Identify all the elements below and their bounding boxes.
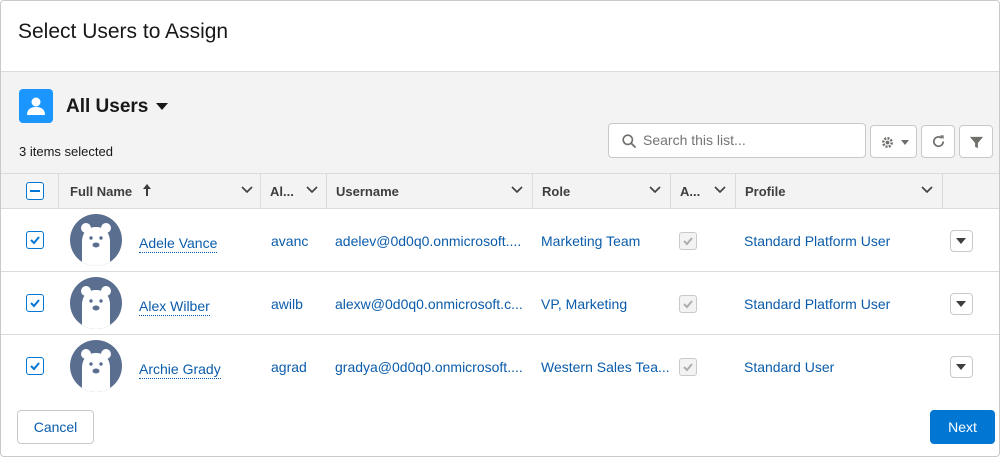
list-header: All Users 3 items selected <box>1 72 999 173</box>
caret-down-icon[interactable] <box>156 103 168 110</box>
chevron-down-icon[interactable] <box>306 186 318 194</box>
profile-link[interactable]: Standard Platform User <box>744 233 890 249</box>
check-icon <box>30 362 40 371</box>
avatar <box>70 214 122 266</box>
column-label: Full Name <box>70 184 133 199</box>
check-icon <box>30 236 40 245</box>
full-name-link[interactable]: Alex Wilber <box>139 298 210 316</box>
role-link[interactable]: Marketing Team <box>541 233 640 249</box>
table-header: Full Name Al... Username Role A... Profi… <box>1 173 999 209</box>
table-row[interactable]: Archie Grady agrad gradya@0d0q0.onmicros… <box>1 335 999 398</box>
next-button[interactable]: Next <box>930 410 995 444</box>
chevron-down-icon[interactable] <box>511 186 523 194</box>
active-checkbox <box>679 358 697 376</box>
search-box[interactable] <box>608 123 866 158</box>
column-label: Username <box>336 184 399 199</box>
list-settings-button[interactable] <box>870 125 917 158</box>
check-icon <box>683 363 693 372</box>
avatar <box>70 340 122 392</box>
column-label: A... <box>680 184 701 199</box>
alias-cell[interactable]: awilb <box>271 296 303 312</box>
role-link[interactable]: VP, Marketing <box>541 296 627 312</box>
row-checkbox[interactable] <box>26 231 44 249</box>
search-input[interactable] <box>643 132 853 148</box>
role-link[interactable]: Western Sales Tea... <box>541 359 670 375</box>
modal-title: Select Users to Assign <box>18 20 229 43</box>
column-header-full-name[interactable]: Full Name <box>59 174 261 208</box>
avatar <box>70 277 122 329</box>
chevron-down-icon[interactable] <box>714 186 726 194</box>
column-header-alias[interactable]: Al... <box>261 174 327 208</box>
row-checkbox[interactable] <box>26 357 44 375</box>
alias-cell[interactable]: avanc <box>271 233 308 249</box>
bear-icon <box>81 223 111 266</box>
profile-link[interactable]: Standard User <box>744 359 834 375</box>
select-all-checkbox[interactable] <box>26 182 44 200</box>
active-checkbox <box>679 295 697 313</box>
username-link[interactable]: adelev@0d0q0.onmicrosoft.... <box>335 233 521 249</box>
filter-button[interactable] <box>959 125 993 158</box>
check-icon <box>683 300 693 309</box>
chevron-down-icon[interactable] <box>649 186 661 194</box>
check-icon <box>30 299 40 308</box>
column-header-role[interactable]: Role <box>533 174 671 208</box>
bear-icon <box>81 286 111 329</box>
list-view-title[interactable]: All Users <box>66 96 148 118</box>
column-label: Role <box>542 184 571 199</box>
row-actions-button[interactable] <box>950 293 973 315</box>
row-actions-button[interactable] <box>950 230 973 252</box>
column-header-active[interactable]: A... <box>671 174 736 208</box>
filter-icon <box>969 136 984 149</box>
table-row[interactable]: Adele Vance avanc adelev@0d0q0.onmicroso… <box>1 209 999 272</box>
row-actions-button[interactable] <box>950 356 973 378</box>
username-link[interactable]: alexw@0d0q0.onmicrosoft.c... <box>335 296 523 312</box>
column-header-actions <box>943 174 999 208</box>
column-label: Al... <box>270 184 294 199</box>
user-icon <box>19 89 53 123</box>
bear-icon <box>81 349 111 392</box>
alias-cell[interactable]: agrad <box>271 359 307 375</box>
selected-count: 3 items selected <box>19 144 113 159</box>
row-checkbox[interactable] <box>26 294 44 312</box>
chevron-down-icon[interactable] <box>241 186 253 194</box>
cancel-button[interactable]: Cancel <box>17 410 94 444</box>
column-header-profile[interactable]: Profile <box>736 174 943 208</box>
chevron-down-icon[interactable] <box>921 186 933 194</box>
username-link[interactable]: gradya@0d0q0.onmicrosoft.... <box>335 359 523 375</box>
check-icon <box>683 237 693 246</box>
full-name-link[interactable]: Adele Vance <box>139 235 218 253</box>
refresh-button[interactable] <box>921 125 955 158</box>
refresh-icon <box>933 135 945 148</box>
search-icon <box>622 134 636 148</box>
chevron-down-icon <box>901 140 909 145</box>
column-label: Profile <box>745 184 786 199</box>
column-header-username[interactable]: Username <box>327 174 533 208</box>
gear-icon <box>882 137 893 148</box>
select-all-column <box>1 174 59 208</box>
active-checkbox <box>679 232 697 250</box>
sort-ascending-icon <box>143 184 151 196</box>
table-row[interactable]: Alex Wilber awilb alexw@0d0q0.onmicrosof… <box>1 272 999 335</box>
full-name-link[interactable]: Archie Grady <box>139 361 221 379</box>
list-view: All Users 3 items selected Full Name Al.… <box>1 71 999 398</box>
profile-link[interactable]: Standard Platform User <box>744 296 890 312</box>
